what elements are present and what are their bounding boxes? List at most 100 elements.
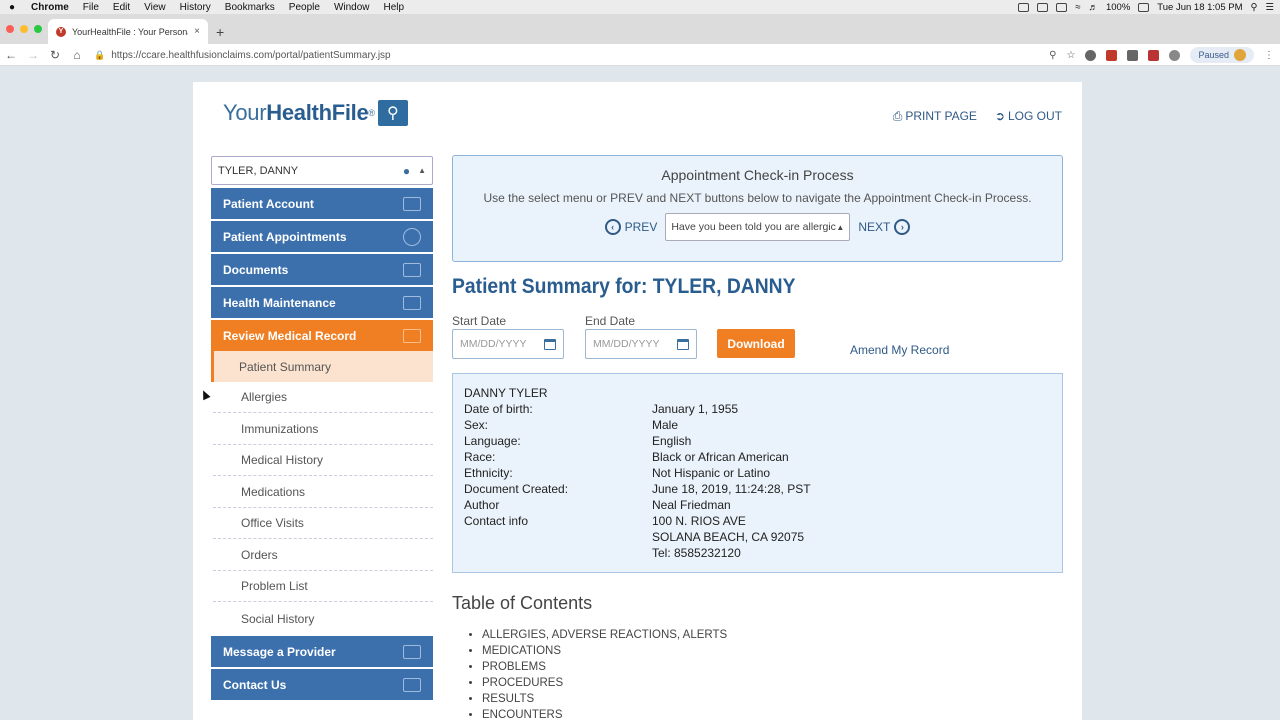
patient-info-rows: Date of birth: January 1, 1955 Sex: Male Lan… [464,401,1051,561]
menu-people[interactable]: People [282,2,327,13]
screen-icon[interactable] [1018,2,1030,12]
toc-item[interactable]: RESULTS [482,691,727,707]
toc-item[interactable]: ALLERGIES, ADVERSE REACTIONS, ALERTS [482,627,727,643]
menu-file[interactable]: File [76,2,106,13]
subitem-immunizations[interactable]: Immunizations [213,414,433,445]
next-label: NEXT [858,220,891,234]
menu-help[interactable]: Help [377,2,412,13]
bar-chart-icon [403,295,421,310]
subitem-patient-summary[interactable]: Patient Summary [211,351,433,382]
checkin-step-select[interactable]: Have you been told you are allergic ▲ [665,213,851,241]
menu-history[interactable]: History [173,2,218,13]
bookmark-star-icon[interactable]: ☆ [1067,50,1076,61]
reload-icon[interactable]: ↻ [44,48,66,62]
toc-item[interactable]: ENCOUNTERS [482,707,727,720]
lock-icon[interactable]: 🔒 [94,50,105,61]
chrome-menu-icon[interactable]: ⋮ [1264,50,1274,61]
new-tab-button[interactable]: + [216,24,224,40]
yourhealthfile-logo[interactable]: Your HealthFile ® ⚲ [223,100,408,126]
browser-toolbar: ← → ↻ ⌂ 🔒 https://ccare.healthfusionclai… [0,44,1280,66]
checkin-step-value: Have you been told you are allergic [671,221,836,233]
sidebar-item-label: Patient Account [223,196,314,211]
sidebar-item-label: Documents [223,262,289,277]
calendar-icon[interactable] [544,338,556,350]
next-button[interactable]: NEXT › [858,219,911,235]
info-value: Neal Friedman [652,498,731,512]
start-date-label: Start Date [452,314,507,328]
page-title: Patient Summary for: TYLER, DANNY [452,275,796,298]
extension-icon[interactable] [1169,49,1181,61]
os-menu-bar: ● Chrome File Edit View History Bookmark… [0,0,1280,14]
toc-item[interactable]: PROBLEMS [482,659,727,675]
toc-item[interactable]: MEDICATIONS [482,643,727,659]
menu-view[interactable]: View [137,2,173,13]
clock[interactable]: Tue Jun 18 1:05 PM [1157,2,1242,13]
avatar [1234,49,1246,61]
toc-item[interactable]: PROCEDURES [482,675,727,691]
subitem-office-visits[interactable]: Office Visits [213,508,433,539]
extension-icon[interactable] [1106,49,1118,61]
prev-button[interactable]: ‹ PREV [604,219,657,235]
back-arrow-icon[interactable]: ← [0,48,22,62]
battery-icon[interactable] [1138,2,1150,12]
info-value: Black or African American [652,450,789,464]
extension-icon[interactable] [1148,49,1160,61]
patient-select[interactable]: TYLER, DANNY ● ▲ [211,156,433,185]
id-card-icon [403,196,421,211]
sidebar-item-health-maintenance[interactable]: Health Maintenance [211,287,433,318]
sidebar-item-message-provider[interactable]: Message a Provider [211,636,433,667]
download-button[interactable]: Download [717,329,795,358]
shield-icon[interactable] [1037,2,1049,12]
apple-icon[interactable]: ● [0,2,24,13]
address-bar[interactable]: 🔒 https://ccare.healthfusionclaims.com/p… [94,47,1084,63]
close-window-button[interactable] [6,25,14,33]
sidebar-item-patient-account[interactable]: Patient Account [211,188,433,219]
menu-window[interactable]: Window [327,2,377,13]
volume-icon[interactable]: ♬ [1088,2,1098,13]
sidebar-item-documents[interactable]: Documents [211,254,433,285]
subitem-problem-list[interactable]: Problem List [213,571,433,602]
info-value: 100 N. RIOS AVE [652,514,746,528]
profile-button[interactable]: Paused [1190,47,1254,63]
subitem-social-history[interactable]: Social History [213,603,433,634]
zoom-icon[interactable]: ⚲ [1049,50,1056,61]
info-value: Male [652,418,679,432]
browser-tab[interactable]: Y YourHealthFile : Your Personal × [48,19,208,44]
subitem-orders[interactable]: Orders [213,540,433,571]
calendar-icon[interactable] [677,338,689,350]
extension-icon[interactable] [1085,49,1097,61]
info-label: Contact info [464,514,529,528]
clock-icon [403,227,421,246]
sidebar-item-patient-appointments[interactable]: Patient Appointments [211,221,433,252]
notification-center-icon[interactable]: ☰ [1265,2,1274,13]
minimize-window-button[interactable] [20,25,28,33]
end-date-input[interactable]: MM/DD/YYYY [585,329,697,359]
subitem-medical-history[interactable]: Medical History [213,445,433,476]
toc-list: ALLERGIES, ADVERSE REACTIONS, ALERTSMEDI… [482,627,727,720]
subitem-allergies[interactable]: Allergies [213,382,433,413]
menu-bookmarks[interactable]: Bookmarks [218,2,282,13]
checkin-description: Use the select menu or PREV and NEXT but… [483,191,1032,205]
wifi-icon[interactable]: ≈ [1075,2,1080,13]
sidebar-item-label: Review Medical Record [223,328,357,343]
subitem-medications[interactable]: Medications [213,477,433,508]
airplay-icon[interactable] [1056,2,1068,12]
menu-chrome[interactable]: Chrome [24,2,76,13]
logout-link[interactable]: ➲ LOG OUT [995,109,1062,124]
spotlight-icon[interactable]: ⚲ [1251,2,1258,13]
info-row: Document Created: June 18, 2019, 11:24:28… [464,481,1051,497]
toc-title: Table of Contents [452,593,593,613]
info-label: Language: [464,434,521,448]
amend-record-link[interactable]: Amend My Record [850,343,949,357]
maximize-window-button[interactable] [34,25,42,33]
sidebar-item-label: Message a Provider [223,644,336,659]
home-icon[interactable]: ⌂ [66,48,88,62]
sidebar-item-contact-us[interactable]: Contact Us [211,669,433,700]
extension-grid-icon[interactable] [1127,49,1139,61]
forward-arrow-icon[interactable]: → [22,48,44,62]
sidebar-item-review-medical-record[interactable]: Review Medical Record [211,320,433,351]
print-page-link[interactable]: ⎙ PRINT PAGE [893,109,977,124]
start-date-input[interactable]: MM/DD/YYYY [452,329,564,359]
tab-close-icon[interactable]: × [194,26,200,37]
menu-edit[interactable]: Edit [106,2,137,13]
